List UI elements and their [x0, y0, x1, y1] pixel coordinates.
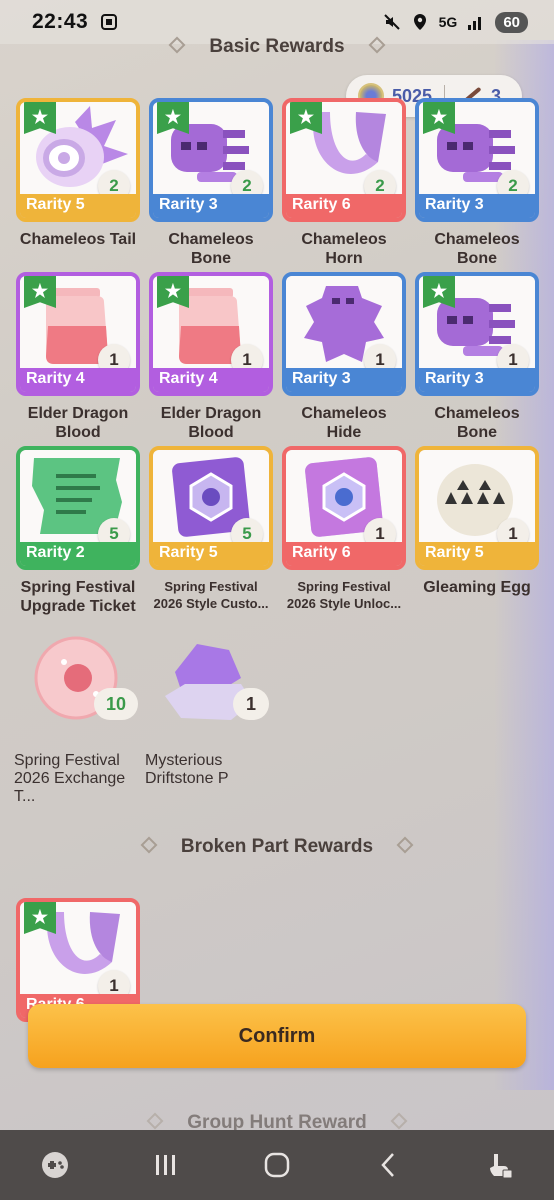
item-name: Spring Festival 2026 Exchange T... [14, 752, 126, 805]
reward-item[interactable]: 1 Mysterious Driftstone P [145, 632, 275, 788]
signal-icon [468, 17, 482, 30]
back-button[interactable] [366, 1143, 410, 1187]
battery-indicator: 60 [495, 11, 528, 33]
item-card[interactable]: 5 Rarity 5 [149, 446, 273, 570]
reward-item[interactable]: 5 Rarity 5 Spring Festival 2026 Style Cu… [149, 446, 273, 612]
item-card[interactable]: 5 Rarity 2 [16, 446, 140, 570]
rarity-label: Rarity 3 [419, 368, 535, 392]
diamond-icon [396, 836, 414, 854]
rarity-label: Rarity 4 [153, 368, 269, 392]
reward-item[interactable]: ★ 2 Rarity 3 Chameleos Bone [149, 98, 273, 268]
item-card[interactable]: 1 Rarity 6 [282, 446, 406, 570]
reward-item[interactable]: 1 Rarity 3 Chameleos Hide [282, 272, 406, 442]
diamond-icon [146, 1112, 164, 1130]
home-button[interactable] [255, 1143, 299, 1187]
item-name: Chameleos Bone [168, 231, 254, 267]
section-broken-part-rewards: Broken Part Rewards [0, 836, 554, 858]
section-basic-rewards: Basic Rewards [0, 36, 554, 58]
rarity-label: Rarity 5 [419, 542, 535, 566]
game-controller-icon[interactable] [33, 1143, 77, 1187]
item-card[interactable]: ★ 2 Rarity 6 [282, 98, 406, 222]
item-card[interactable]: ★ 1 Rarity 3 [415, 272, 539, 396]
reward-item[interactable]: 5 Rarity 2 Spring Festival Upgrade Ticke… [16, 446, 140, 616]
item-name: Gleaming Egg [423, 579, 531, 596]
item-card[interactable]: ★ 2 Rarity 3 [149, 98, 273, 222]
navigation-bar [0, 1130, 554, 1200]
reward-item[interactable]: ★ 1 Rarity 3 Chameleos Bone [415, 272, 539, 442]
reward-item[interactable]: ★ 2 Rarity 5 Chameleos Tail [16, 98, 140, 249]
rarity-label: Rarity 3 [153, 194, 269, 218]
diamond-icon [368, 36, 386, 54]
recent-apps-button[interactable] [144, 1143, 188, 1187]
item-count: 1 [233, 688, 269, 720]
screenshot-icon [101, 14, 118, 30]
item-name: Spring Festival 2026 Style Custo... [153, 579, 269, 611]
item-card[interactable]: ★ 2 Rarity 5 [16, 98, 140, 222]
rarity-label: Rarity 6 [286, 194, 402, 218]
item-count: 10 [94, 688, 138, 720]
item-card[interactable]: 1 Rarity 5 [415, 446, 539, 570]
rarity-label: Rarity 3 [286, 368, 402, 392]
reward-item[interactable]: 10 Spring Festival 2026 Exchange T... [14, 632, 144, 806]
item-name: Elder Dragon Blood [27, 405, 129, 441]
rarity-label: Rarity 4 [20, 368, 136, 392]
reward-item[interactable]: ★ 2 Rarity 6 Chameleos Horn [282, 98, 406, 268]
reward-item[interactable]: ★ 2 Rarity 3 Chameleos Bone [415, 98, 539, 268]
rarity-label: Rarity 6 [286, 542, 402, 566]
reward-item[interactable]: 1 Rarity 6 Spring Festival 2026 Style Un… [282, 446, 406, 612]
reward-item[interactable]: ★ 1 Rarity 4 Elder Dragon Blood [149, 272, 273, 442]
item-name: Spring Festival 2026 Style Unloc... [286, 579, 402, 611]
item-name: Chameleos Bone [434, 405, 520, 441]
item-image: 10 [14, 632, 144, 742]
item-card[interactable]: ★ 1 Rarity 4 [149, 272, 273, 396]
rarity-label: Rarity 2 [20, 542, 136, 566]
item-card[interactable]: ★ 1 Rarity 4 [16, 272, 140, 396]
rarity-label: Rarity 3 [419, 194, 535, 218]
status-time: 22:43 [32, 10, 89, 33]
item-name: Mysterious Driftstone P [145, 752, 229, 787]
item-name: Chameleos Bone [434, 231, 520, 267]
rarity-label: Rarity 5 [153, 542, 269, 566]
reward-item[interactable]: 1 Rarity 5 Gleaming Egg [415, 446, 539, 597]
item-image: 1 [145, 632, 275, 742]
diamond-icon [140, 836, 158, 854]
item-card[interactable]: 1 Rarity 3 [282, 272, 406, 396]
network-label: 5G [438, 14, 458, 30]
item-name: Chameleos Horn [301, 231, 387, 267]
item-name: Elder Dragon Blood [160, 405, 262, 441]
mute-icon [383, 14, 400, 30]
diamond-icon [168, 36, 186, 54]
item-card[interactable]: ★ 2 Rarity 3 [415, 98, 539, 222]
item-name: Chameleos Hide [301, 405, 387, 441]
location-icon [413, 14, 426, 30]
diamond-icon [390, 1112, 408, 1130]
reward-item[interactable]: ★ 1 Rarity 4 Elder Dragon Blood [16, 272, 140, 442]
touch-lock-icon[interactable] [477, 1143, 521, 1187]
rarity-label: Rarity 5 [20, 194, 136, 218]
item-name: Chameleos Tail [19, 231, 137, 248]
confirm-button[interactable]: Confirm [28, 1004, 526, 1068]
item-name: Spring Festival Upgrade Ticket [20, 579, 136, 615]
